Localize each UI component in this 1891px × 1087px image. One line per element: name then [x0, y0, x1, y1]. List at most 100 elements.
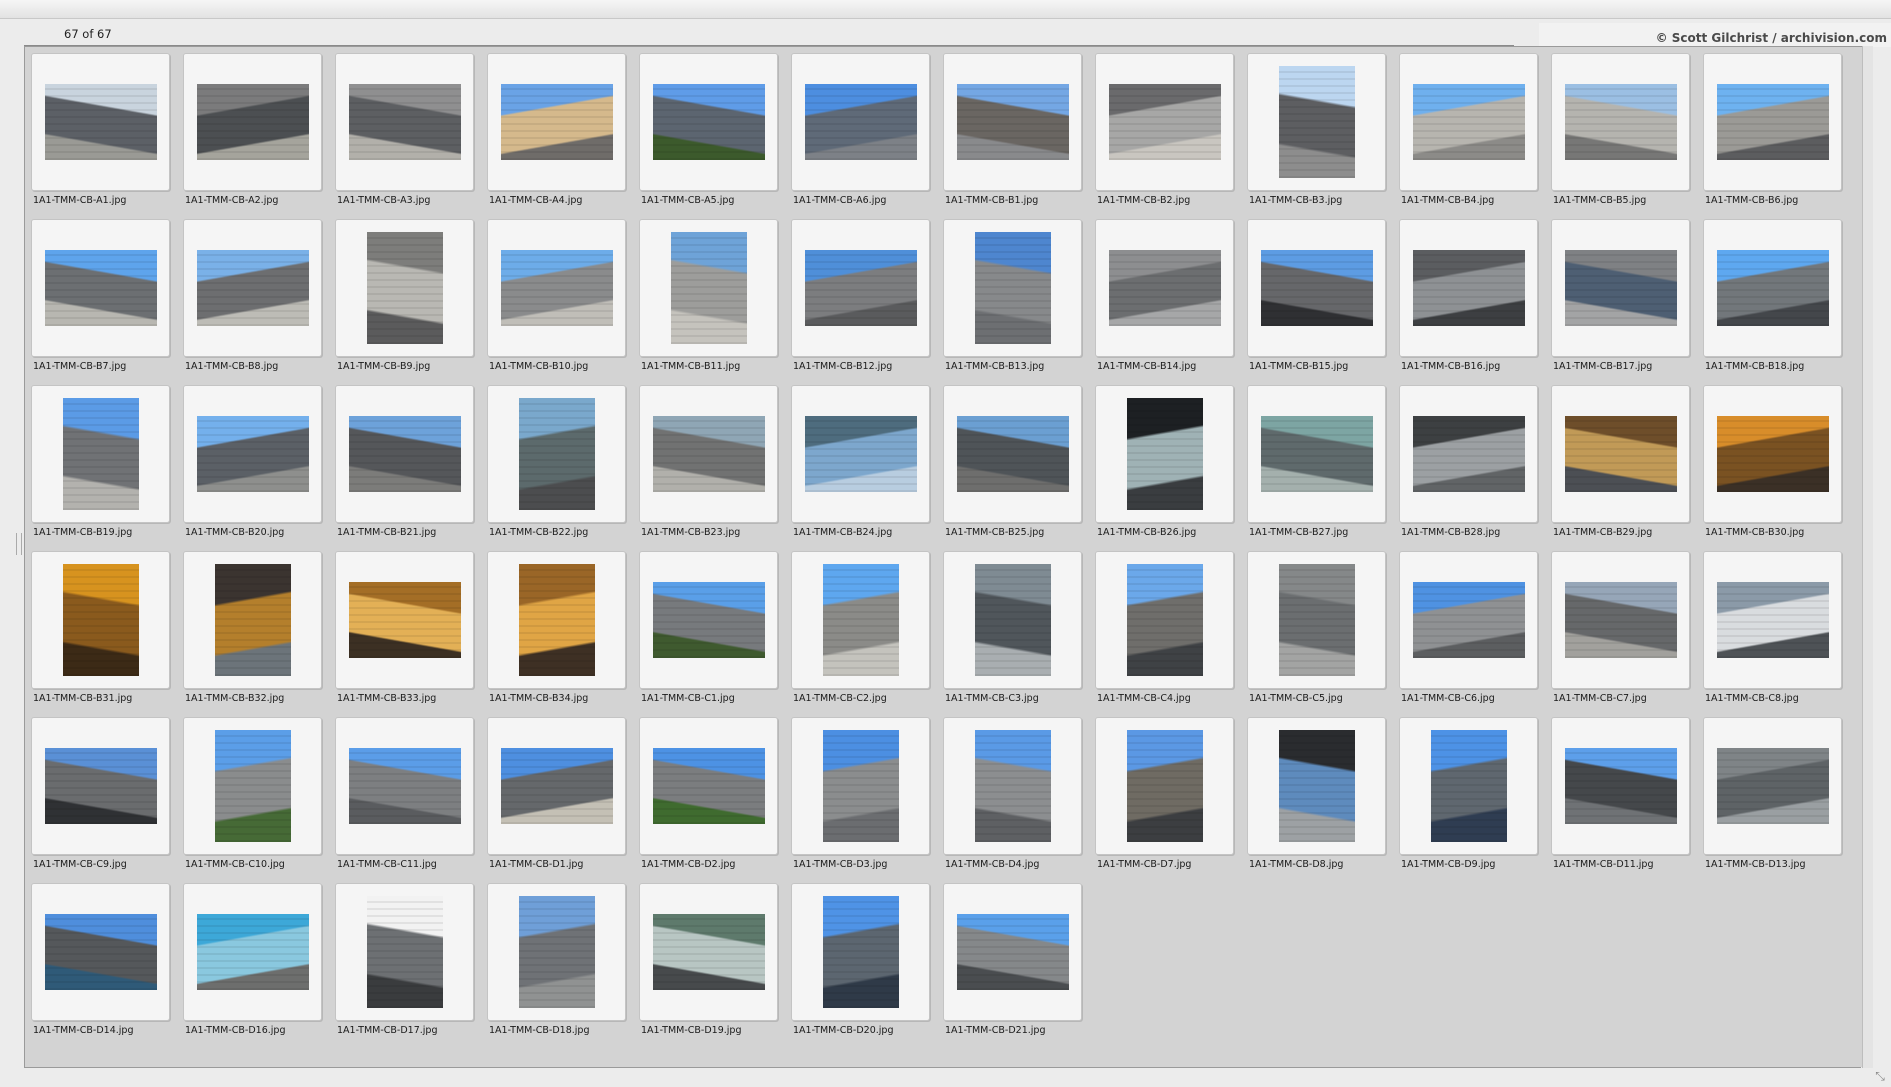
thumbnail-tile[interactable]: 1A1-TMM-CB-D16.jpg — [183, 883, 322, 1049]
thumbnail-card[interactable] — [183, 883, 322, 1021]
photo-thumbnail[interactable] — [44, 250, 157, 326]
photo-thumbnail[interactable] — [1126, 398, 1203, 510]
thumbnail-card[interactable] — [1703, 219, 1842, 357]
thumbnail-card[interactable] — [639, 219, 778, 357]
thumbnail-card[interactable] — [1703, 717, 1842, 855]
thumbnail-tile[interactable]: 1A1-TMM-CB-B34.jpg — [487, 551, 626, 717]
thumbnail-tile[interactable]: 1A1-TMM-CB-D4.jpg — [943, 717, 1082, 883]
photo-thumbnail[interactable] — [1108, 84, 1221, 160]
thumbnail-card[interactable] — [487, 53, 626, 191]
thumbnail-card[interactable] — [639, 717, 778, 855]
thumbnail-card[interactable] — [943, 219, 1082, 357]
thumbnail-tile[interactable]: 1A1-TMM-CB-B4.jpg — [1399, 53, 1538, 219]
thumbnail-card[interactable] — [335, 219, 474, 357]
thumbnail-card[interactable] — [1095, 219, 1234, 357]
thumbnail-tile[interactable]: 1A1-TMM-CB-C1.jpg — [639, 551, 778, 717]
thumbnail-tile[interactable]: 1A1-TMM-CB-B14.jpg — [1095, 219, 1234, 385]
photo-thumbnail[interactable] — [804, 416, 917, 492]
thumbnail-tile[interactable]: 1A1-TMM-CB-B21.jpg — [335, 385, 474, 551]
thumbnail-card[interactable] — [183, 219, 322, 357]
thumbnail-card[interactable] — [1095, 385, 1234, 523]
photo-thumbnail[interactable] — [44, 914, 157, 990]
photo-thumbnail[interactable] — [822, 896, 899, 1008]
thumbnail-tile[interactable]: 1A1-TMM-CB-C10.jpg — [183, 717, 322, 883]
photo-thumbnail[interactable] — [1716, 250, 1829, 326]
thumbnail-tile[interactable]: 1A1-TMM-CB-A1.jpg — [31, 53, 170, 219]
thumbnail-tile[interactable]: 1A1-TMM-CB-C5.jpg — [1247, 551, 1386, 717]
thumbnail-card[interactable] — [1703, 385, 1842, 523]
photo-thumbnail[interactable] — [1564, 748, 1677, 824]
thumbnail-card[interactable] — [943, 385, 1082, 523]
thumbnail-tile[interactable]: 1A1-TMM-CB-D18.jpg — [487, 883, 626, 1049]
photo-thumbnail[interactable] — [366, 232, 443, 344]
thumbnail-tile[interactable]: 1A1-TMM-CB-B15.jpg — [1247, 219, 1386, 385]
photo-thumbnail[interactable] — [1278, 564, 1355, 676]
thumbnail-card[interactable] — [487, 551, 626, 689]
photo-thumbnail[interactable] — [670, 232, 747, 344]
thumbnail-card[interactable] — [791, 717, 930, 855]
thumbnail-card[interactable] — [639, 883, 778, 1021]
photo-thumbnail[interactable] — [518, 564, 595, 676]
thumbnail-card[interactable] — [31, 717, 170, 855]
thumbnail-tile[interactable]: 1A1-TMM-CB-B33.jpg — [335, 551, 474, 717]
photo-thumbnail[interactable] — [44, 748, 157, 824]
thumbnail-tile[interactable]: 1A1-TMM-CB-C2.jpg — [791, 551, 930, 717]
thumbnail-card[interactable] — [1095, 53, 1234, 191]
thumbnail-tile[interactable]: 1A1-TMM-CB-D9.jpg — [1399, 717, 1538, 883]
photo-thumbnail[interactable] — [214, 564, 291, 676]
resize-handle-icon[interactable]: ⤡ — [1873, 1069, 1887, 1083]
thumbnail-tile[interactable]: 1A1-TMM-CB-D7.jpg — [1095, 717, 1234, 883]
thumbnail-card[interactable] — [31, 53, 170, 191]
thumbnail-tile[interactable]: 1A1-TMM-CB-C7.jpg — [1551, 551, 1690, 717]
photo-thumbnail[interactable] — [804, 250, 917, 326]
thumbnail-tile[interactable]: 1A1-TMM-CB-A5.jpg — [639, 53, 778, 219]
photo-thumbnail[interactable] — [518, 398, 595, 510]
photo-thumbnail[interactable] — [1716, 748, 1829, 824]
thumbnail-card[interactable] — [335, 551, 474, 689]
photo-thumbnail[interactable] — [1278, 730, 1355, 842]
thumbnail-card[interactable] — [1247, 717, 1386, 855]
thumbnail-tile[interactable]: 1A1-TMM-CB-B30.jpg — [1703, 385, 1842, 551]
thumbnail-tile[interactable]: 1A1-TMM-CB-D13.jpg — [1703, 717, 1842, 883]
thumbnail-card[interactable] — [1551, 53, 1690, 191]
photo-thumbnail[interactable] — [1412, 84, 1525, 160]
photo-thumbnail[interactable] — [652, 748, 765, 824]
photo-thumbnail[interactable] — [196, 914, 309, 990]
thumbnail-tile[interactable]: 1A1-TMM-CB-D19.jpg — [639, 883, 778, 1049]
thumbnail-tile[interactable]: 1A1-TMM-CB-B28.jpg — [1399, 385, 1538, 551]
thumbnail-tile[interactable]: 1A1-TMM-CB-C8.jpg — [1703, 551, 1842, 717]
thumbnail-tile[interactable]: 1A1-TMM-CB-B32.jpg — [183, 551, 322, 717]
thumbnail-card[interactable] — [487, 717, 626, 855]
thumbnail-tile[interactable]: 1A1-TMM-CB-B20.jpg — [183, 385, 322, 551]
thumbnail-card[interactable] — [1399, 717, 1538, 855]
thumbnail-card[interactable] — [791, 551, 930, 689]
thumbnail-tile[interactable]: 1A1-TMM-CB-B9.jpg — [335, 219, 474, 385]
photo-thumbnail[interactable] — [500, 748, 613, 824]
thumbnail-card[interactable] — [335, 385, 474, 523]
photo-thumbnail[interactable] — [348, 84, 461, 160]
thumbnail-tile[interactable]: 1A1-TMM-CB-A3.jpg — [335, 53, 474, 219]
thumbnail-card[interactable] — [639, 385, 778, 523]
photo-thumbnail[interactable] — [956, 914, 1069, 990]
photo-thumbnail[interactable] — [348, 416, 461, 492]
thumbnail-card[interactable] — [335, 883, 474, 1021]
photo-thumbnail[interactable] — [652, 416, 765, 492]
thumbnail-tile[interactable]: 1A1-TMM-CB-D17.jpg — [335, 883, 474, 1049]
photo-thumbnail[interactable] — [1564, 84, 1677, 160]
photo-thumbnail[interactable] — [652, 914, 765, 990]
photo-thumbnail[interactable] — [1278, 66, 1355, 178]
photo-thumbnail[interactable] — [1126, 730, 1203, 842]
thumbnail-card[interactable] — [1551, 717, 1690, 855]
thumbnail-card[interactable] — [639, 551, 778, 689]
thumbnail-tile[interactable]: 1A1-TMM-CB-B16.jpg — [1399, 219, 1538, 385]
thumbnail-tile[interactable]: 1A1-TMM-CB-B13.jpg — [943, 219, 1082, 385]
thumbnail-card[interactable] — [335, 717, 474, 855]
thumbnail-card[interactable] — [1399, 53, 1538, 191]
photo-thumbnail[interactable] — [62, 398, 139, 510]
thumbnail-tile[interactable]: 1A1-TMM-CB-B19.jpg — [31, 385, 170, 551]
photo-thumbnail[interactable] — [214, 730, 291, 842]
photo-thumbnail[interactable] — [196, 84, 309, 160]
thumbnail-card[interactable] — [1095, 551, 1234, 689]
thumbnail-card[interactable] — [183, 385, 322, 523]
thumbnail-card[interactable] — [639, 53, 778, 191]
